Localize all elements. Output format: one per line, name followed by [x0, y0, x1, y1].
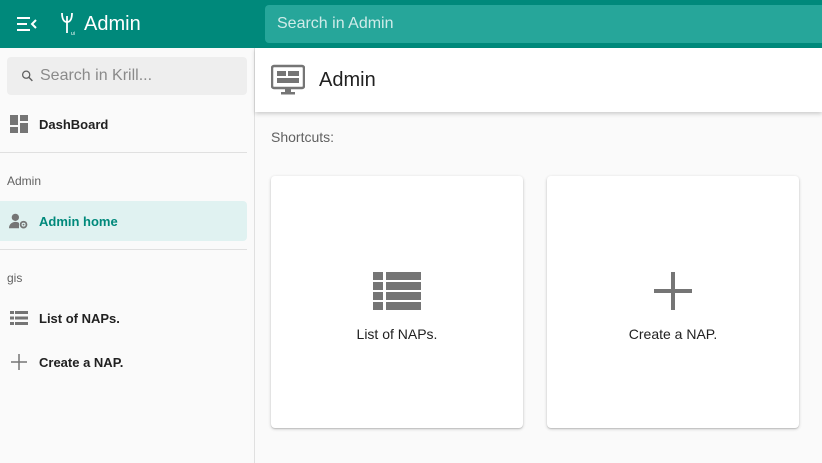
page-title: Admin [319, 68, 376, 91]
sidebar-search-input[interactable] [34, 57, 247, 95]
menu-collapse-icon[interactable] [15, 12, 39, 36]
section-label-admin: Admin [7, 174, 42, 188]
sidebar-item-admin-home[interactable]: Admin home [0, 201, 247, 241]
sidebar-item-label: DashBoard [39, 116, 109, 132]
dashboard-icon [9, 114, 29, 134]
list-icon [373, 272, 421, 310]
admin-user-settings-icon [9, 211, 29, 231]
shortcut-card-list-naps[interactable]: List of NAPs. [271, 176, 523, 428]
sidebar-item-list-naps[interactable]: List of NAPs. [0, 298, 247, 338]
app-title: Admin [84, 12, 141, 35]
sidebar-item-label: Admin home [39, 213, 118, 229]
desktop-admin-icon [271, 64, 305, 95]
sidebar-item-create-nap[interactable]: Create a NAP. [0, 342, 247, 382]
svg-text:ui: ui [71, 31, 75, 37]
shortcut-card-create-nap[interactable]: Create a NAP. [547, 176, 799, 428]
top-search-box [265, 5, 822, 43]
search-icon [21, 70, 33, 82]
krill-logo-icon: ui [57, 10, 79, 38]
sidebar-item-label: List of NAPs. [39, 310, 120, 326]
divider [0, 152, 247, 153]
page-header: Admin [255, 48, 822, 112]
card-label: Create a NAP. [628, 326, 718, 342]
top-search-input[interactable] [265, 5, 822, 43]
main-content: Admin Shortcuts: List of NAPs. Create a … [255, 48, 822, 463]
list-icon [9, 308, 29, 328]
card-label: List of NAPs. [356, 326, 438, 342]
plus-icon [9, 352, 29, 372]
plus-icon [654, 272, 692, 310]
section-label-gis: gis [7, 271, 23, 285]
sidebar: DashBoard Admin Admin home gis List of N… [0, 48, 255, 463]
sidebar-item-label: Create a NAP. [39, 354, 124, 370]
sidebar-item-dashboard[interactable]: DashBoard [0, 104, 247, 144]
shortcuts-label: Shortcuts: [271, 129, 335, 145]
app-bar: ui Admin [0, 0, 822, 48]
divider [0, 249, 247, 250]
sidebar-search-box [7, 57, 247, 95]
